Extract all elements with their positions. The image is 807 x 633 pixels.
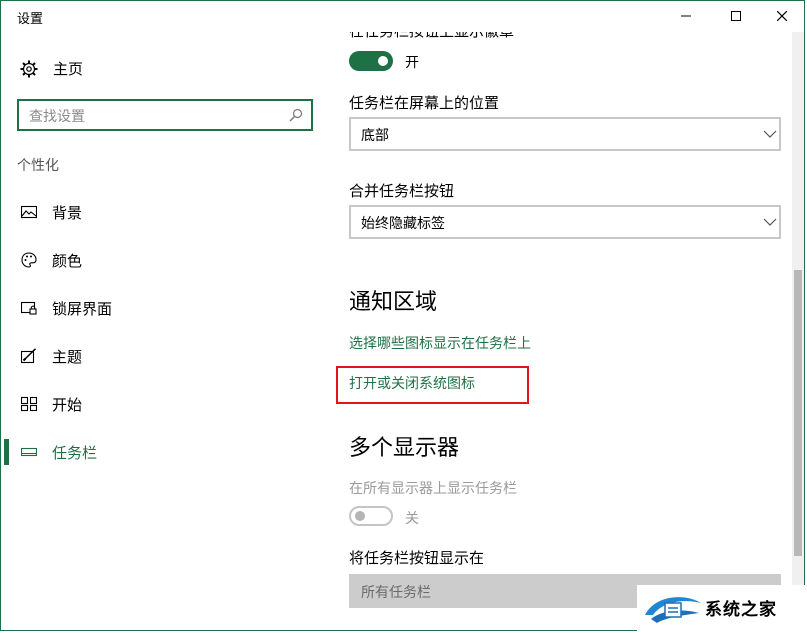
lock-screen-icon <box>21 301 37 315</box>
sidebar: 主页 个性化 背景 颜色 锁屏界面 <box>0 32 330 633</box>
badges-setting-label: 在任务栏按钮上显示徽章 <box>349 32 514 41</box>
combine-dropdown[interactable]: 始终隐藏标签 <box>349 205 781 239</box>
window-title: 设置 <box>17 12 44 27</box>
sidebar-item-label: 背景 <box>52 204 83 222</box>
maximize-icon <box>731 11 741 21</box>
sidebar-item-label: 颜色 <box>52 252 83 270</box>
chevron-down-icon <box>763 218 777 226</box>
minimize-icon <box>681 15 691 17</box>
position-label: 任务栏在屏幕上的位置 <box>349 94 500 112</box>
sidebar-item-label: 开始 <box>52 396 83 414</box>
sidebar-item-colors[interactable]: 颜色 <box>0 242 330 278</box>
select-taskbar-icons-link[interactable]: 选择哪些图标显示在任务栏上 <box>349 333 531 353</box>
chevron-down-icon <box>763 130 777 138</box>
multi-display-heading: 多个显示器 <box>349 436 460 461</box>
search-input[interactable] <box>27 106 281 128</box>
taskbar-icon <box>21 447 37 457</box>
toggle-knob <box>378 56 388 66</box>
sidebar-item-label: 锁屏界面 <box>52 300 113 318</box>
notification-heading: 通知区域 <box>349 290 438 315</box>
badges-toggle[interactable] <box>349 51 393 71</box>
sidebar-item-background[interactable]: 背景 <box>0 194 330 230</box>
toggle-knob <box>355 511 365 521</box>
palette-icon <box>21 252 37 268</box>
sidebar-item-themes[interactable]: 主题 <box>0 338 330 374</box>
position-value: 底部 <box>361 128 389 144</box>
active-indicator <box>4 439 9 465</box>
search-box[interactable] <box>17 99 313 131</box>
start-tiles-icon <box>21 396 37 412</box>
close-button[interactable] <box>759 0 805 32</box>
show-all-displays-label: 在所有显示器上显示任务栏 <box>349 481 517 497</box>
scrollbar-thumb[interactable] <box>794 270 802 556</box>
watermark-text: 系统之家 <box>705 600 777 620</box>
theme-icon <box>21 348 37 364</box>
sidebar-item-start[interactable]: 开始 <box>0 386 330 422</box>
search-icon <box>289 108 303 122</box>
sidebar-item-taskbar[interactable]: 任务栏 <box>0 434 330 470</box>
position-dropdown[interactable]: 底部 <box>349 117 781 151</box>
maximize-button[interactable] <box>713 0 759 32</box>
close-icon <box>777 11 787 21</box>
combine-value: 始终隐藏标签 <box>361 216 445 232</box>
minimize-button[interactable] <box>663 0 709 32</box>
sidebar-item-label: 主题 <box>52 348 83 366</box>
picture-icon <box>21 205 37 219</box>
system-icons-link[interactable]: 打开或关闭系统图标 <box>349 373 475 393</box>
show-all-displays-state: 关 <box>405 511 419 527</box>
show-all-displays-toggle[interactable] <box>349 506 393 526</box>
badges-toggle-state: 开 <box>405 55 419 71</box>
sidebar-item-label: 任务栏 <box>52 444 98 462</box>
section-title: 个性化 <box>17 158 59 174</box>
combine-label: 合并任务栏按钮 <box>349 182 455 200</box>
scrollbar[interactable] <box>792 32 804 632</box>
buttons-on-value: 所有任务栏 <box>361 585 431 601</box>
sidebar-home-label: 主页 <box>53 60 84 78</box>
main-content: 在任务栏按钮上显示徽章 开 任务栏在屏幕上的位置 底部 合并任务栏按钮 始终隐藏… <box>330 32 790 633</box>
buttons-on-label: 将任务栏按钮显示在 <box>349 549 485 567</box>
sidebar-home[interactable]: 主页 <box>20 58 83 79</box>
gear-icon <box>20 60 38 77</box>
title-bar: 设置 <box>0 0 807 32</box>
sidebar-item-lock-screen[interactable]: 锁屏界面 <box>0 290 330 326</box>
watermark-logo-icon <box>645 597 701 623</box>
watermark: 系统之家 <box>637 585 807 633</box>
